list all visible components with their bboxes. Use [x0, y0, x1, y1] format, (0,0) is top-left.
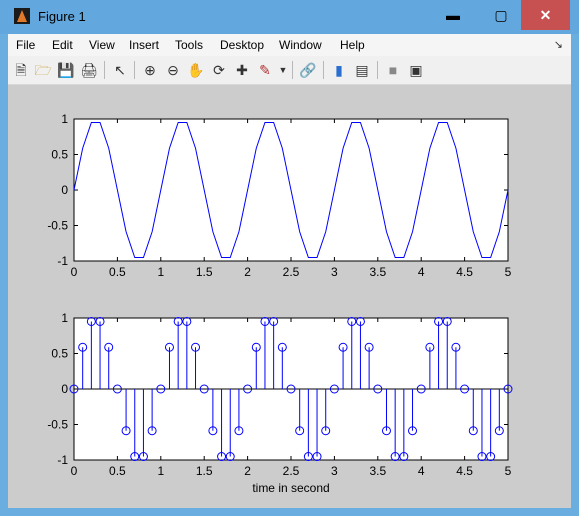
legend-icon[interactable]: ▤	[353, 61, 371, 79]
title-bar[interactable]: Figure 1 ▬ ▢ ✕	[0, 0, 579, 34]
menu-file[interactable]: File	[16, 38, 35, 52]
y-tick-label: -0.5	[47, 418, 68, 432]
x-tick-label: 1	[157, 464, 164, 478]
y-tick-label: 1	[61, 112, 68, 126]
minimize-icon: ▬	[446, 7, 460, 23]
toolbar-separator	[323, 61, 324, 79]
x-tick-label: 4	[418, 265, 425, 279]
link-plot-icon[interactable]: 🔗	[299, 61, 317, 79]
colorbar-icon[interactable]: ▮	[330, 61, 348, 79]
x-tick-label: 1.5	[196, 464, 213, 478]
x-tick-label: 0.5	[109, 464, 126, 478]
x-tick-label: 2	[244, 265, 251, 279]
x-tick-label: 5	[505, 464, 512, 478]
x-tick-label: 2	[244, 464, 251, 478]
save-icon[interactable]: 💾	[57, 61, 75, 79]
x-tick-label: 5	[505, 265, 512, 279]
x-tick-label: 4.5	[456, 265, 473, 279]
menu-edit[interactable]: Edit	[52, 38, 73, 52]
brush-icon[interactable]: ✎	[256, 61, 274, 79]
menu-window[interactable]: Window	[279, 38, 322, 52]
y-tick-label: 0.5	[51, 347, 68, 361]
figure-canvas: 0 0.5 1 1.5 2 2.5 3 3.5 4 4.5 5 1 0.5 0 -0.5 -1 0 0.5 1 1.…	[8, 85, 571, 508]
y-tick-label: 1	[61, 311, 68, 325]
menu-view[interactable]: View	[89, 38, 115, 52]
matlab-icon	[14, 8, 30, 24]
menu-tools[interactable]: Tools	[175, 38, 203, 52]
x-tick-label: 0.5	[109, 265, 126, 279]
show-plot-tools-icon[interactable]: ▣	[407, 61, 425, 79]
toolbar: 🗎 🗁 💾 🖨 ↖ ⊕ ⊖ ✋ ⟳ ✚ ✎ ▼ 🔗 ▮ ▤ ■ ▣	[8, 56, 571, 85]
window-title: Figure 1	[38, 9, 86, 24]
x-tick-label: 0	[71, 464, 78, 478]
pan-icon[interactable]: ✋	[187, 61, 205, 79]
x-tick-label: 3	[331, 265, 338, 279]
x-tick-label: 2.5	[283, 464, 300, 478]
close-button[interactable]: ✕	[521, 0, 570, 30]
maximize-button[interactable]: ▢	[478, 0, 524, 30]
menu-bar: File Edit View Insert Tools Desktop Wind…	[8, 34, 571, 56]
edit-plot-icon[interactable]: ↖	[111, 61, 129, 79]
x-tick-label: 3.5	[369, 265, 386, 279]
toolbar-separator	[134, 61, 135, 79]
open-file-icon[interactable]: 🗁	[34, 61, 52, 79]
y-tick-label: -1	[57, 453, 68, 467]
zoom-out-icon[interactable]: ⊖	[164, 61, 182, 79]
x-tick-label: 1	[157, 265, 164, 279]
x-axis-label: time in second	[252, 481, 329, 495]
new-figure-icon[interactable]: 🗎	[12, 61, 30, 79]
close-icon: ✕	[539, 7, 552, 23]
zoom-in-icon[interactable]: ⊕	[141, 61, 159, 79]
minimize-button[interactable]: ▬	[430, 0, 476, 30]
maximize-icon: ▢	[494, 7, 508, 23]
x-tick-label: 3.5	[369, 464, 386, 478]
dock-arrow-icon[interactable]: ↘	[554, 38, 563, 51]
y-tick-label: -0.5	[47, 219, 68, 233]
toolbar-separator	[292, 61, 293, 79]
data-cursor-icon[interactable]: ✚	[233, 61, 251, 79]
menu-desktop[interactable]: Desktop	[220, 38, 264, 52]
figure-window: Figure 1 ▬ ▢ ✕ File Edit View Insert Too…	[0, 0, 579, 516]
toolbar-separator	[377, 61, 378, 79]
client-area: File Edit View Insert Tools Desktop Wind…	[8, 34, 571, 508]
plot-canvas: 0 0.5 1 1.5 2 2.5 3 3.5 4 4.5 5 1 0.5 0 -0.5 -1 0 0.5 1 1.…	[47, 112, 513, 495]
print-icon[interactable]: 🖨	[80, 61, 98, 79]
y-tick-label: 0.5	[51, 148, 68, 162]
toolbar-separator	[104, 61, 105, 79]
menu-insert[interactable]: Insert	[129, 38, 159, 52]
brush-dropdown-icon[interactable]: ▼	[274, 61, 292, 79]
y-tick-label: 0	[61, 382, 68, 396]
y-tick-label: 0	[61, 183, 68, 197]
x-tick-label: 1.5	[196, 265, 213, 279]
x-tick-label: 3	[331, 464, 338, 478]
rotate-3d-icon[interactable]: ⟳	[210, 61, 228, 79]
y-tick-label: -1	[57, 254, 68, 268]
x-tick-label: 2.5	[283, 265, 300, 279]
hide-plot-tools-icon[interactable]: ■	[384, 61, 402, 79]
x-tick-label: 0	[71, 265, 78, 279]
menu-help[interactable]: Help	[340, 38, 365, 52]
x-tick-label: 4	[418, 464, 425, 478]
x-tick-label: 4.5	[456, 464, 473, 478]
